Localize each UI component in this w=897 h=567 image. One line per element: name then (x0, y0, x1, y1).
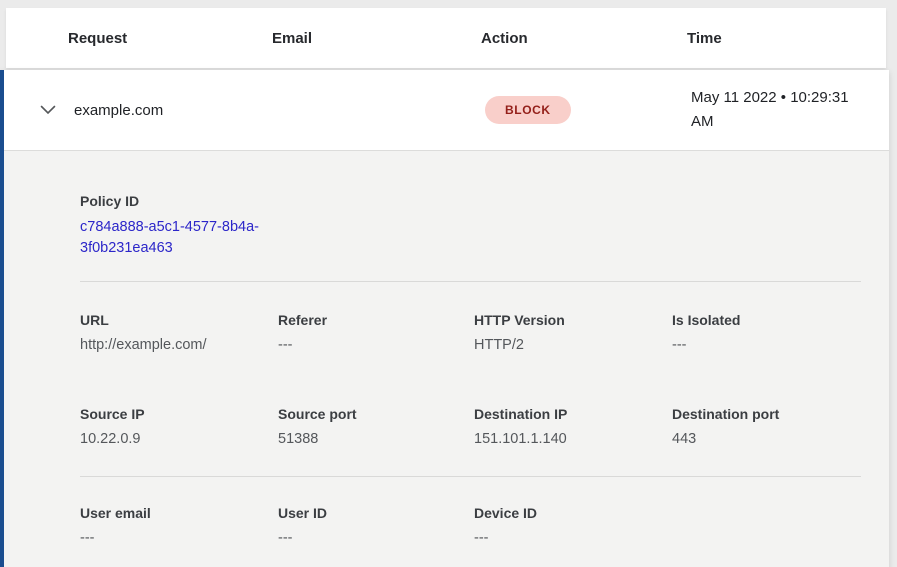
device-id-field: Device ID --- (474, 505, 672, 547)
detail-row-network: Source IP 10.22.0.9 Source port 51388 De… (80, 406, 861, 448)
user-email-field: User email --- (80, 505, 278, 547)
column-header-action: Action (481, 30, 687, 47)
is-isolated-label: Is Isolated (672, 312, 861, 329)
divider (80, 281, 861, 282)
collapse-row-button[interactable] (40, 101, 74, 119)
destination-port-field: Destination port 443 (672, 406, 861, 448)
source-port-field: Source port 51388 (278, 406, 474, 448)
detail-row-http: URL http://example.com/ Referer --- HTTP… (80, 312, 861, 354)
request-value: example.com (74, 102, 276, 119)
policy-id-link[interactable]: c784a888-a5c1-4577-8b4a-3f0b231ea463 (80, 217, 280, 259)
referer-label: Referer (278, 312, 474, 329)
is-isolated-value: --- (672, 337, 861, 354)
source-port-label: Source port (278, 406, 474, 423)
action-cell: BLOCK (485, 96, 691, 124)
destination-port-label: Destination port (672, 406, 861, 423)
destination-ip-field: Destination IP 151.101.1.140 (474, 406, 672, 448)
referer-value: --- (278, 337, 474, 354)
user-email-value: --- (80, 530, 278, 547)
table-header: Request Email Action Time (6, 8, 886, 68)
http-version-field: HTTP Version HTTP/2 (474, 312, 672, 354)
expanded-row-card: example.com BLOCK May 11 2022 • 10:29:31… (0, 70, 889, 567)
detail-row-user: User email --- User ID --- Device ID --- (80, 505, 861, 547)
divider (80, 476, 861, 477)
column-header-time: Time (687, 30, 886, 47)
source-ip-field: Source IP 10.22.0.9 (80, 406, 278, 448)
device-id-value: --- (474, 530, 672, 547)
device-id-label: Device ID (474, 505, 672, 522)
user-email-label: User email (80, 505, 278, 522)
policy-id-label: Policy ID (80, 193, 861, 210)
http-version-label: HTTP Version (474, 312, 672, 329)
destination-ip-value: 151.101.1.140 (474, 431, 672, 448)
url-label: URL (80, 312, 278, 329)
user-id-value: --- (278, 530, 474, 547)
destination-port-value: 443 (672, 431, 861, 448)
url-field: URL http://example.com/ (80, 312, 278, 354)
action-badge: BLOCK (485, 96, 571, 124)
http-version-value: HTTP/2 (474, 337, 672, 354)
user-id-label: User ID (278, 505, 474, 522)
row-details-panel: Policy ID c784a888-a5c1-4577-8b4a-3f0b23… (4, 150, 889, 567)
column-header-request: Request (68, 30, 272, 47)
is-isolated-field: Is Isolated --- (672, 312, 861, 354)
policy-id-field: Policy ID c784a888-a5c1-4577-8b4a-3f0b23… (80, 193, 861, 259)
destination-ip-label: Destination IP (474, 406, 672, 423)
time-value: May 11 2022 • 10:29:31 AM (691, 86, 889, 134)
column-header-email: Email (272, 30, 481, 47)
chevron-down-icon (40, 105, 56, 115)
source-ip-value: 10.22.0.9 (80, 431, 278, 448)
user-id-field: User ID --- (278, 505, 474, 547)
referer-field: Referer --- (278, 312, 474, 354)
source-port-value: 51388 (278, 431, 474, 448)
source-ip-label: Source IP (80, 406, 278, 423)
detail-row-spacer (672, 505, 861, 547)
url-value: http://example.com/ (80, 337, 278, 354)
table-row[interactable]: example.com BLOCK May 11 2022 • 10:29:31… (4, 70, 889, 150)
